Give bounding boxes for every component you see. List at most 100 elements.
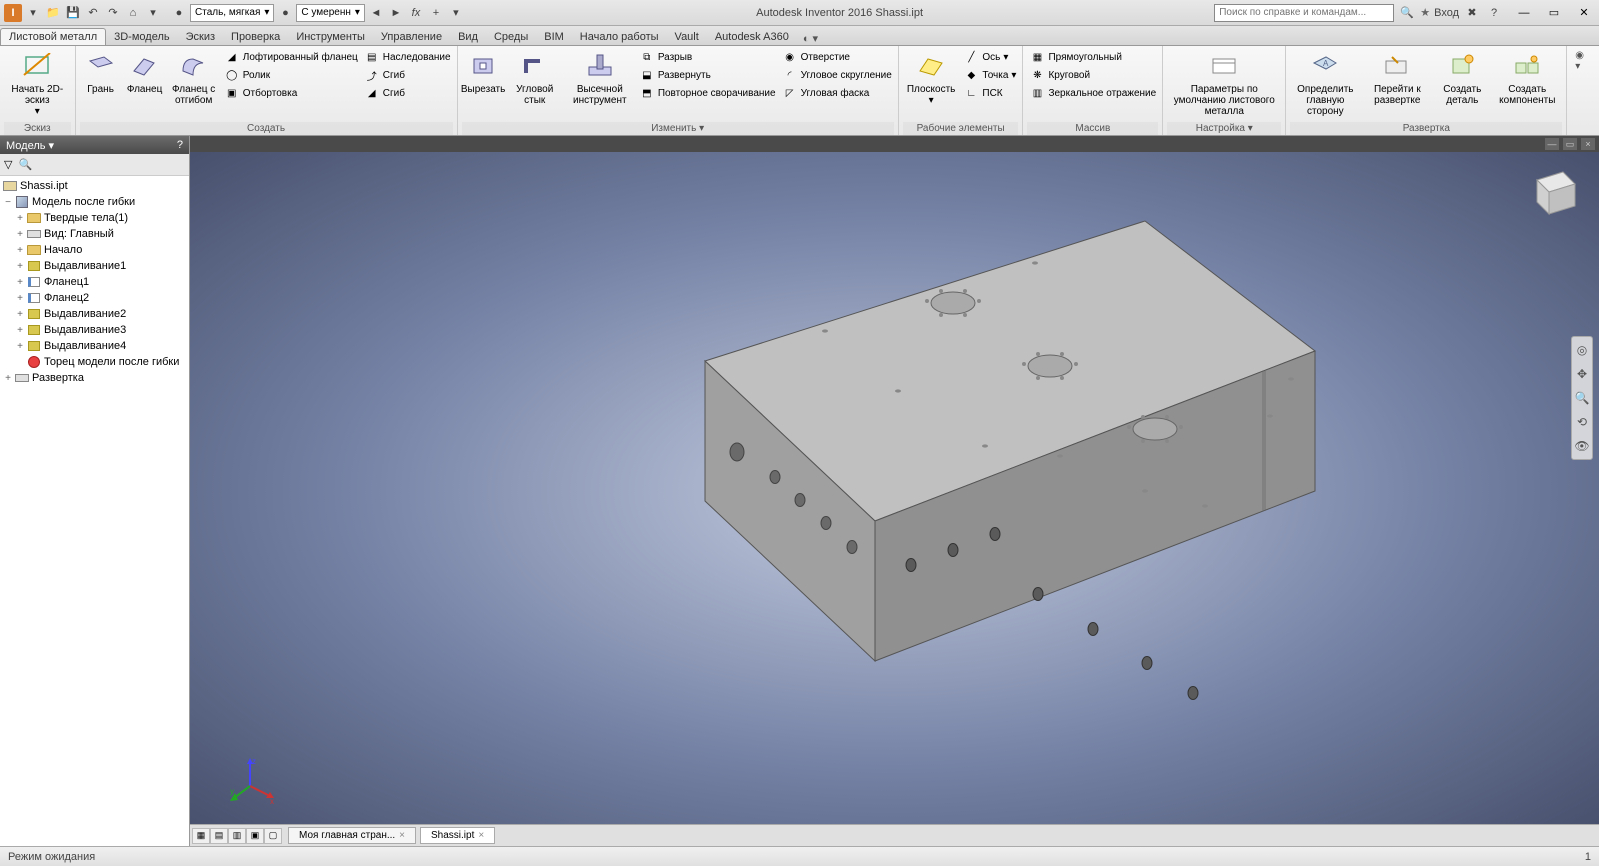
point-button[interactable]: ◆Точка ▾: [961, 66, 1018, 84]
qat-back-icon[interactable]: ◄: [367, 4, 385, 22]
help-icon[interactable]: ?: [1485, 4, 1503, 22]
tree-toggle-icon[interactable]: +: [14, 261, 26, 272]
qat-plus-icon[interactable]: +: [427, 4, 445, 22]
tree-toggle-icon[interactable]: +: [14, 341, 26, 352]
view-mode-4-icon[interactable]: ▣: [246, 828, 264, 844]
roller-button[interactable]: ◯Ролик: [222, 66, 360, 84]
tree-item[interactable]: + Развертка: [0, 370, 189, 386]
exchange-icon[interactable]: ✖: [1463, 4, 1481, 22]
face-button[interactable]: Грань: [80, 48, 122, 97]
view-mode-2-icon[interactable]: ▤: [210, 828, 228, 844]
browser-options-icon[interactable]: ?: [177, 139, 183, 151]
appearance-dropdown[interactable]: С умеренн ▾: [296, 4, 365, 22]
qat-dropdown-icon[interactable]: ▾: [144, 4, 162, 22]
tab-close-icon[interactable]: ×: [478, 830, 484, 841]
tree-item[interactable]: + Фланец2: [0, 290, 189, 306]
tab-a360[interactable]: Autodesk A360: [707, 29, 797, 45]
tab-sketch[interactable]: Эскиз: [178, 29, 223, 45]
bend-button[interactable]: ⤴Сгиб: [362, 66, 453, 84]
tree-item[interactable]: − Модель после гибки: [0, 194, 189, 210]
corner-button[interactable]: Угловой стык: [507, 48, 563, 108]
nav-wheel-icon[interactable]: ◎: [1573, 341, 1591, 359]
app-icon[interactable]: I: [4, 4, 22, 22]
tree-toggle-icon[interactable]: +: [14, 309, 26, 320]
tree-toggle-icon[interactable]: −: [2, 197, 14, 208]
tree-item[interactable]: + Фланец1: [0, 274, 189, 290]
tab-close-icon[interactable]: ×: [399, 830, 405, 841]
rip-button[interactable]: ⧉Разрыв: [637, 48, 778, 66]
vp-close-icon[interactable]: ×: [1581, 138, 1595, 150]
tab-environments[interactable]: Среды: [486, 29, 536, 45]
appearance-icon[interactable]: ●: [276, 4, 294, 22]
minimize-button[interactable]: —: [1509, 2, 1539, 24]
viewcube[interactable]: [1523, 166, 1575, 218]
material-icon[interactable]: ●: [170, 4, 188, 22]
tree-item[interactable]: + Выдавливание1: [0, 258, 189, 274]
qat-home-icon[interactable]: ⌂: [124, 4, 142, 22]
tree-item[interactable]: + Выдавливание4: [0, 338, 189, 354]
tree-toggle-icon[interactable]: +: [14, 213, 26, 224]
tab-vault[interactable]: Vault: [667, 29, 707, 45]
circ-pattern-button[interactable]: ❋Круговой: [1027, 66, 1158, 84]
corner-chamfer-button[interactable]: ◸Угловая фаска: [780, 84, 894, 102]
tree-toggle-icon[interactable]: +: [14, 325, 26, 336]
tab-home-page[interactable]: Моя главная стран...×: [288, 827, 416, 844]
tree-item[interactable]: + Твердые тела(1): [0, 210, 189, 226]
tab-inspect[interactable]: Проверка: [223, 29, 288, 45]
qat-open-icon[interactable]: 📁: [44, 4, 62, 22]
view-mode-1-icon[interactable]: ▦: [192, 828, 210, 844]
maximize-button[interactable]: ▭: [1539, 2, 1569, 24]
tree-item[interactable]: + Вид: Главный: [0, 226, 189, 242]
nav-zoom-icon[interactable]: 🔍: [1573, 389, 1591, 407]
goto-flat-button[interactable]: Перейти к развертке: [1362, 48, 1432, 108]
plane-button[interactable]: Плоскость▾: [903, 48, 960, 108]
nav-pan-icon[interactable]: ✥: [1573, 365, 1591, 383]
trim-button[interactable]: ▣Отбортовка: [222, 84, 360, 102]
flange-button[interactable]: Фланец: [124, 48, 166, 97]
tree-toggle-icon[interactable]: +: [14, 277, 26, 288]
tree-item[interactable]: + Начало: [0, 242, 189, 258]
qat-fwd-icon[interactable]: ►: [387, 4, 405, 22]
tab-view[interactable]: Вид: [450, 29, 486, 45]
qat-undo-icon[interactable]: ↶: [84, 4, 102, 22]
tab-get-started[interactable]: Начало работы: [572, 29, 667, 45]
tab-document[interactable]: Shassi.ipt×: [420, 827, 495, 844]
refold-button[interactable]: ⬒Повторное сворачивание: [637, 84, 778, 102]
tree-toggle-icon[interactable]: +: [14, 229, 26, 240]
tree-toggle-icon[interactable]: +: [14, 245, 26, 256]
unfold-button[interactable]: ⬓Развернуть: [637, 66, 778, 84]
hem-flange-button[interactable]: Фланец с отгибом: [168, 48, 220, 108]
tree-item[interactable]: + Выдавливание3: [0, 322, 189, 338]
axis-button[interactable]: ╱Ось ▾: [961, 48, 1018, 66]
tab-3d-model[interactable]: 3D-модель: [106, 29, 177, 45]
lofted-flange-button[interactable]: ◢Лофтированный фланец: [222, 48, 360, 66]
material-dropdown[interactable]: Сталь, мягкая ▾: [190, 4, 274, 22]
inherit-button[interactable]: ▤Наследование: [362, 48, 453, 66]
tab-tools[interactable]: Инструменты: [288, 29, 373, 45]
rect-pattern-button[interactable]: ▦Прямоугольный: [1027, 48, 1158, 66]
filter-icon[interactable]: ▽: [4, 158, 12, 171]
close-button[interactable]: ✕: [1569, 2, 1599, 24]
qat-redo-icon[interactable]: ↷: [104, 4, 122, 22]
ucs-button[interactable]: ∟ПСК: [961, 84, 1018, 102]
viewport[interactable]: — ▭ ×: [190, 136, 1599, 846]
tab-manage[interactable]: Управление: [373, 29, 450, 45]
vp-restore-icon[interactable]: ▭: [1563, 138, 1577, 150]
ribbon-help-icon[interactable]: ◉ ▾: [1567, 46, 1599, 135]
punch-button[interactable]: Высечной инструмент: [565, 48, 635, 108]
tree-toggle-icon[interactable]: +: [2, 373, 14, 384]
browser-header[interactable]: Модель ▾ ?: [0, 136, 189, 154]
fold-button[interactable]: ◢Сгиб: [362, 84, 453, 102]
sheet-metal-defaults-button[interactable]: Параметры по умолчанию листового металла: [1167, 48, 1281, 119]
make-components-button[interactable]: Создать компоненты: [1492, 48, 1562, 108]
nav-orbit-icon[interactable]: ⟲: [1573, 413, 1591, 431]
tree-item[interactable]: + Выдавливание2: [0, 306, 189, 322]
make-part-button[interactable]: Создать деталь: [1434, 48, 1490, 108]
tab-bim[interactable]: BIM: [536, 29, 572, 45]
qat-more-icon[interactable]: ▾: [447, 4, 465, 22]
tab-sheet-metal[interactable]: Листовой металл: [0, 28, 106, 45]
hole-button[interactable]: ◉Отверстие: [780, 48, 894, 66]
signin-link[interactable]: Вход: [1434, 7, 1459, 19]
nav-look-icon[interactable]: 👁: [1573, 437, 1591, 455]
search-icon[interactable]: 🔍: [18, 158, 32, 171]
